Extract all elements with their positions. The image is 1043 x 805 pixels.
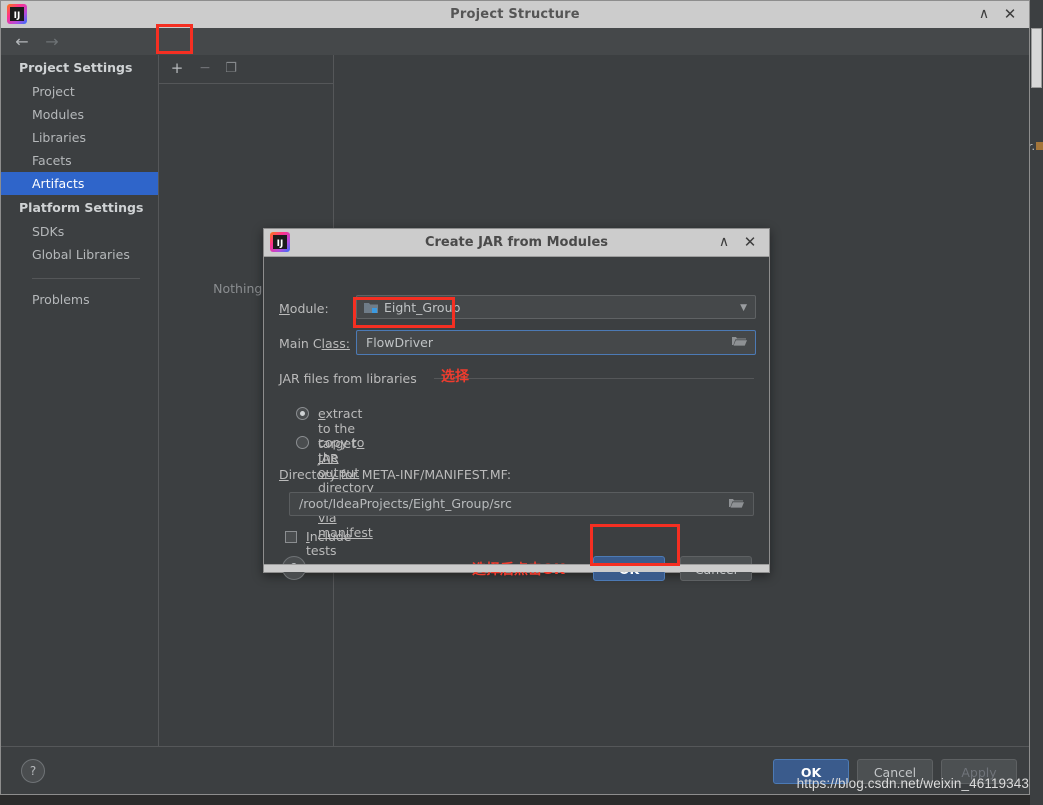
module-label-rest: odule:: [289, 301, 329, 316]
background-window-scrollbar[interactable]: [1031, 28, 1042, 88]
checkbox-unchecked-icon[interactable]: [285, 531, 297, 543]
group-separator-line: [434, 378, 754, 379]
annotation-box-main-class: [353, 297, 455, 328]
background-window: [1030, 0, 1043, 805]
sidebar-item-sdks[interactable]: SDKs: [1, 220, 158, 243]
annotation-box-dialog-ok: [590, 524, 680, 566]
manifest-directory-rest: irectory for META-INF/MANIFEST.MF:: [288, 467, 512, 482]
chevron-down-icon[interactable]: ▼: [740, 296, 747, 320]
annotation-box-add-artifact: [156, 24, 193, 54]
module-label: Module:: [279, 301, 329, 316]
forward-arrow-icon[interactable]: →: [35, 28, 69, 55]
radio-selected-icon[interactable]: [296, 407, 309, 420]
sidebar-item-libraries[interactable]: Libraries: [1, 126, 158, 149]
sidebar-item-project[interactable]: Project: [1, 80, 158, 103]
sidebar-item-global-libraries[interactable]: Global Libraries: [1, 243, 158, 266]
include-tests-label: Include tests: [306, 530, 352, 558]
manifest-directory-mnemonic: D: [279, 467, 289, 482]
radio-unselected-icon[interactable]: [296, 436, 309, 449]
help-icon[interactable]: ?: [21, 759, 45, 783]
browse-folder-icon[interactable]: [731, 334, 747, 350]
manifest-directory-input[interactable]: /root/IdeaProjects/Eight_Group/src: [289, 492, 754, 516]
dialog-minimize-icon[interactable]: ∧: [711, 229, 737, 256]
background-color-chip: [1036, 142, 1043, 150]
remove-icon[interactable]: −: [191, 55, 219, 82]
annotation-select-note: 选择: [441, 369, 469, 385]
radio-copy-mnemonic: o the output directory and link via mani…: [318, 435, 374, 540]
dialog-footer-strip: [264, 564, 769, 572]
sidebar-item-artifacts[interactable]: Artifacts: [1, 172, 158, 195]
dialog-close-icon[interactable]: ✕: [737, 229, 763, 256]
sidebar-item-modules[interactable]: Modules: [1, 103, 158, 126]
sidebar-divider: [32, 278, 140, 279]
main-class-label-mnemonic: lass:: [321, 336, 350, 351]
main-class-value: FlowDriver: [366, 335, 433, 350]
main-class-input[interactable]: FlowDriver: [356, 330, 756, 355]
main-class-label: Main Class:: [279, 336, 350, 351]
manifest-directory-label: Directory for META-INF/MANIFEST.MF:: [279, 467, 511, 482]
sidebar-item-problems[interactable]: Problems: [1, 288, 158, 311]
copy-icon[interactable]: ❐: [217, 55, 245, 82]
back-arrow-icon[interactable]: ←: [5, 28, 39, 55]
radio-copy-a: copy t: [318, 435, 357, 450]
dialog-title-bar: IJ Create JAR from Modules ∧ ✕: [264, 229, 769, 257]
minimize-icon[interactable]: ∧: [971, 1, 997, 28]
dialog-body: Module: Eight_Group ▼ Main Class: FlowDr…: [264, 256, 769, 581]
artifacts-toolbar: + − ❐: [159, 55, 333, 84]
module-label-mnemonic: M: [279, 301, 290, 316]
close-icon[interactable]: ✕: [997, 1, 1023, 28]
include-tests-rest: nclude tests: [306, 529, 352, 558]
dialog-title: Create JAR from Modules: [424, 235, 609, 250]
sidebar-item-facets[interactable]: Facets: [1, 149, 158, 172]
sidebar-group-project-settings: Project Settings: [19, 60, 133, 75]
add-icon[interactable]: +: [163, 55, 191, 82]
manifest-directory-value: /root/IdeaProjects/Eight_Group/src: [299, 496, 512, 511]
create-jar-from-modules-dialog: IJ Create JAR from Modules ∧ ✕ Module: E…: [263, 228, 770, 581]
watermark-text: https://blog.csdn.net/weixin_46119343: [796, 776, 1029, 791]
settings-sidebar: Project Settings Project Modules Librari…: [1, 55, 159, 747]
jar-files-group-label: JAR files from libraries: [279, 371, 417, 386]
browse-folder-icon[interactable]: [728, 496, 744, 512]
radio-copy-label: copy to the output directory and link vi…: [318, 435, 374, 540]
main-class-label-a: Main C: [279, 336, 322, 351]
sidebar-group-platform-settings: Platform Settings: [19, 200, 144, 215]
